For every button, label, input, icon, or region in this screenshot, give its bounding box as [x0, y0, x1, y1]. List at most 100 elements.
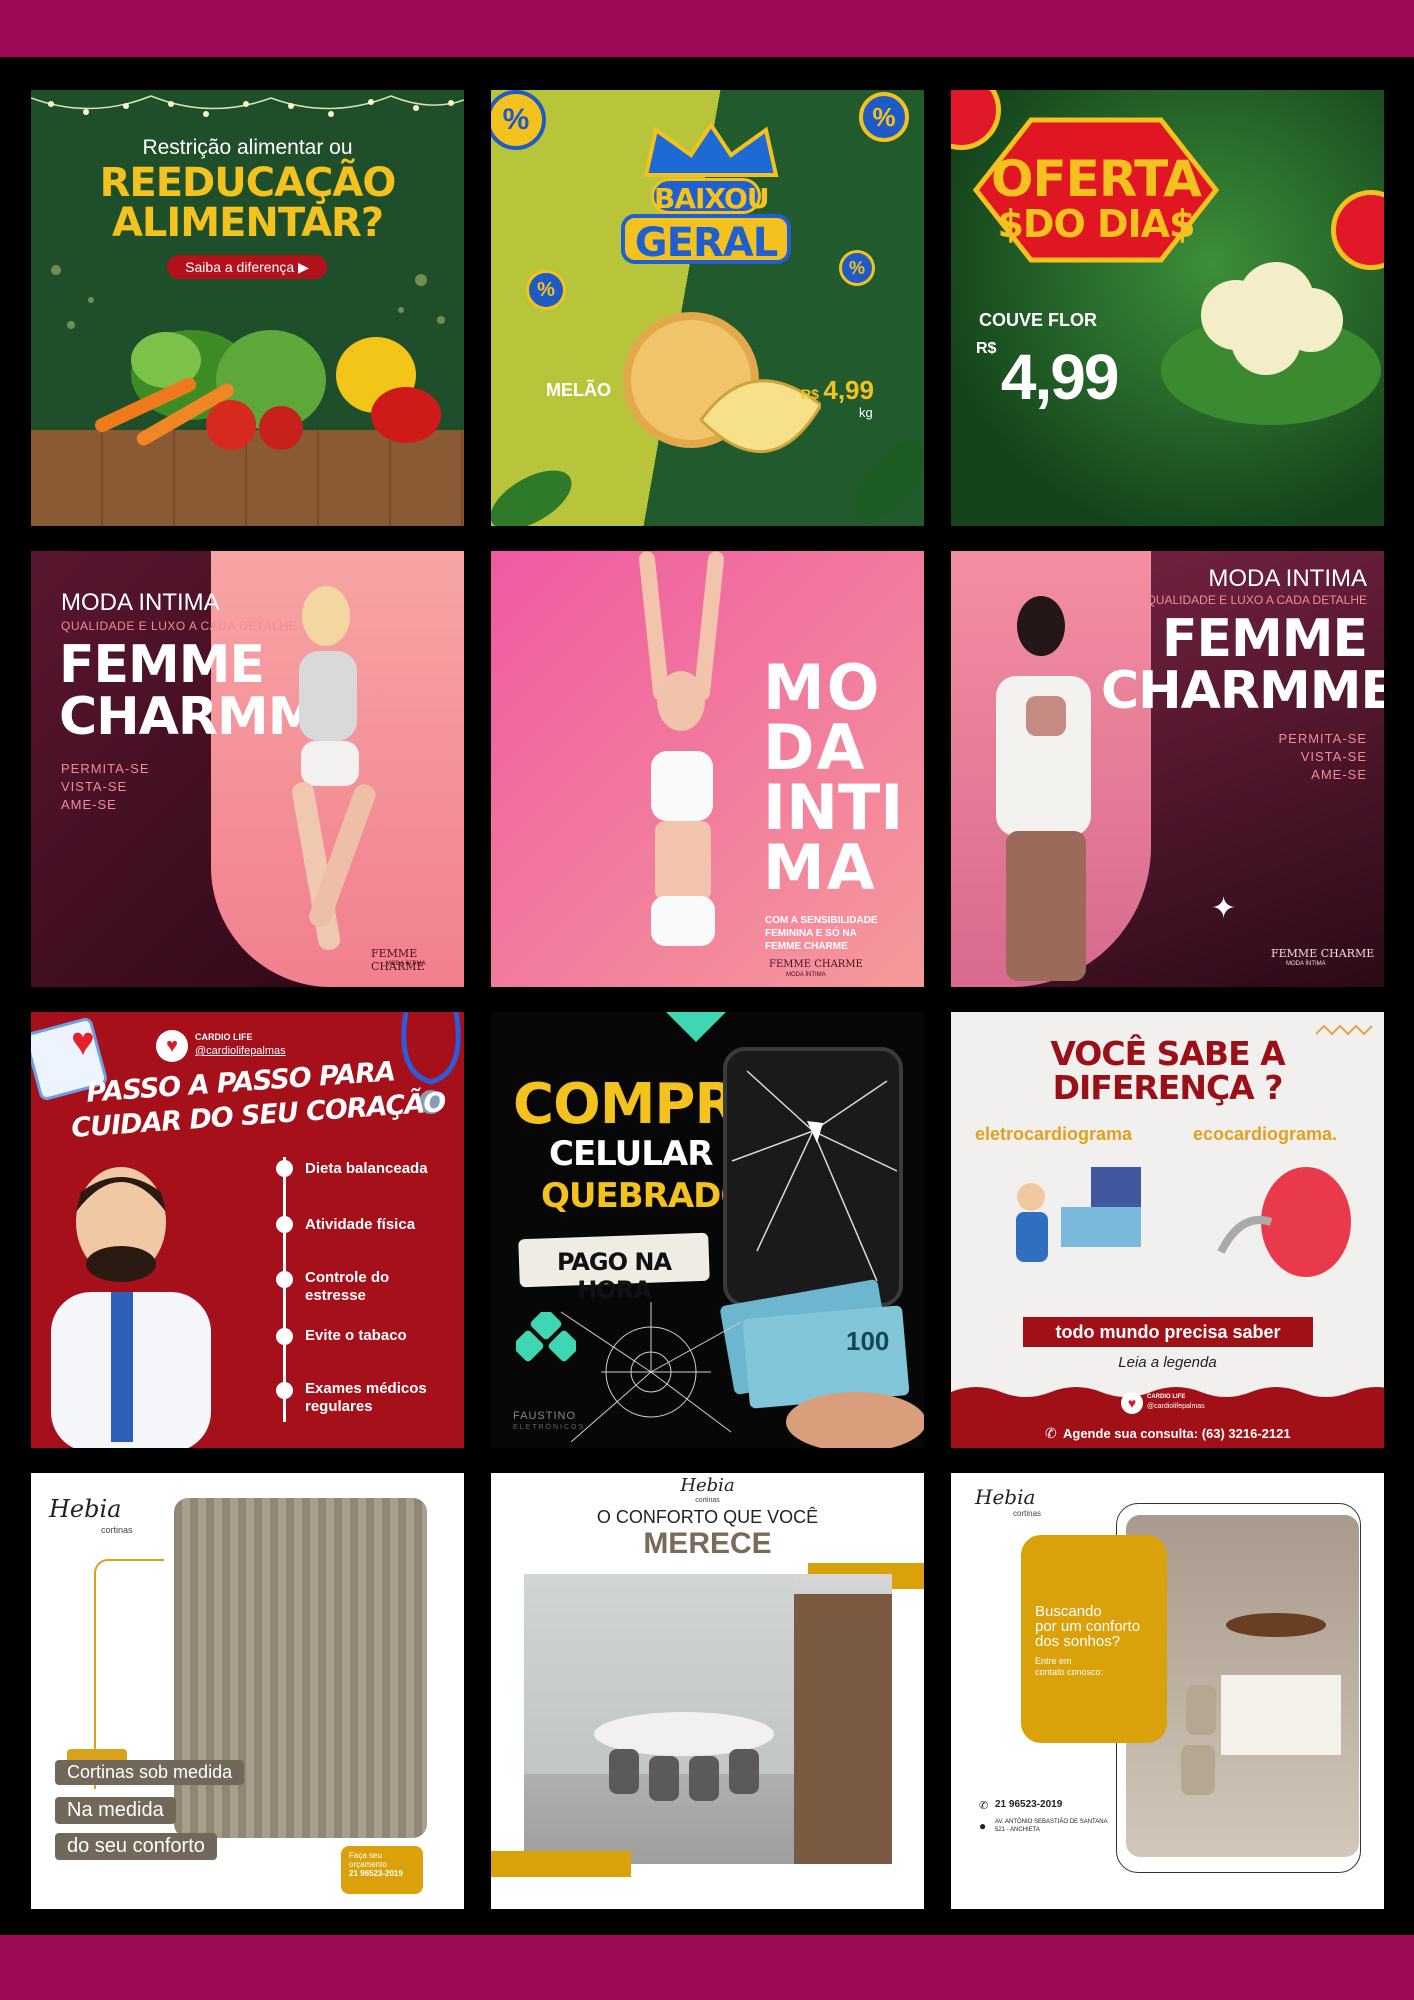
geral-label: GERAL [621, 214, 791, 266]
brand-logo-sub: MODA ÍNTIMA [386, 961, 426, 967]
kicker: MODA INTIMA [1208, 565, 1367, 592]
post-reeducacao[interactable]: Restrição alimentar ou REEDUCAÇÃO ALIMEN… [31, 90, 464, 526]
echo-illustration [1211, 1152, 1361, 1282]
curtain-photo [174, 1498, 427, 1838]
brand-logo-sub: cortinas [1013, 1509, 1042, 1518]
banknote-value: 100 [846, 1326, 889, 1356]
step-label: Exames médicos regulares [305, 1380, 427, 1415]
title-line-2: DIFERENÇA ? [1052, 1068, 1284, 1107]
pill-3: do seu conforto [55, 1833, 217, 1860]
cta-phone: 21 96523-2019 [349, 1869, 403, 1878]
label-echo: ecocardiograma. [1193, 1124, 1338, 1144]
dining-room-photo [524, 1574, 892, 1864]
post-voce-sabe-a-diferenca[interactable]: VOCÊ SABE A DIFERENÇA ? eletrocardiogram… [951, 1012, 1384, 1448]
step-label: Controle do estresse [305, 1269, 390, 1304]
price-value: 4,99 [1000, 341, 1120, 413]
paid-now-label: PAGO NA HORA [556, 1248, 672, 1304]
string-lights [31, 90, 464, 120]
model-image [251, 571, 421, 971]
brand-logo: Hebia [49, 1495, 122, 1523]
percent-badge-icon: % [859, 92, 909, 142]
post-femme-charmme-1[interactable]: MODA INTIMA QUALIDADE E LUXO A CADA DETA… [31, 551, 464, 987]
baixou-label: BAIXOU [651, 178, 770, 215]
brand-logo: FEMME CHARME [769, 959, 863, 970]
price: R$ 4,99 [801, 375, 874, 406]
step-dot [276, 1271, 293, 1288]
brand-logo: FEMME CHARME [1271, 947, 1375, 960]
post-buscando-conforto[interactable]: Hebia cortinas Buscando por um conforto … [951, 1473, 1384, 1909]
headline-4: MA [763, 831, 877, 904]
shattered-glass [560, 1302, 742, 1443]
phone-text: 21 96523-2019 [995, 1799, 1063, 1810]
model-image [971, 586, 1121, 986]
offer-title-1: OFERTA [991, 150, 1202, 208]
price-value: 4,99 [823, 375, 874, 405]
brand-logo: FEMME CHARME [371, 947, 425, 973]
brand-line-2: CHARMME [1101, 661, 1384, 721]
brand-logo-icon [512, 1308, 580, 1372]
ecg-illustration [1001, 1157, 1151, 1277]
headline-2: CELULAR [549, 1134, 713, 1174]
product-name: COUVE FLOR [979, 310, 1098, 330]
bottom-band [0, 1935, 1414, 2000]
product-name: MELÃO [546, 380, 611, 400]
kicker: MODA INTIMA [61, 589, 220, 616]
brand-logo-sub: cortinas [695, 1497, 720, 1504]
brand-mark-icon [666, 1012, 726, 1046]
step-label: Evite o tabaco [305, 1327, 407, 1344]
address-1: AV. ANTÔNIO SEBASTIÃO DE SANTANA [995, 1819, 1108, 1825]
vegetables-image [71, 320, 461, 450]
post-moda-intima[interactable]: MO DA INTI MA COM A SENSIBILIDADE FEMINI… [491, 551, 924, 987]
brand-avatar: ♥ [1121, 1392, 1143, 1414]
percent-badge-icon: % [526, 270, 566, 310]
label-ecg: eletrocardiograma [975, 1124, 1133, 1144]
post-oferta-do-dia[interactable]: OFERTA $DO DIA$ COUVE FLOR R$ 4,99 [951, 90, 1384, 526]
address-2: 521 - ANCHIETA [995, 1827, 1040, 1833]
broken-phone-image [723, 1047, 903, 1307]
cauliflower-image [1156, 230, 1384, 430]
phone-icon: ✆ [1045, 1425, 1057, 1441]
description-2: FEMININA E SÓ NA [765, 928, 857, 939]
brand-line-1: FEMME [59, 635, 265, 695]
cta-box[interactable]: Faça seu orçamento 21 96523-2019 [341, 1846, 423, 1894]
phone-icon: ✆ [979, 1800, 989, 1812]
phone-text: Agende sua consulta: (63) 3216-2121 [1063, 1426, 1291, 1441]
question-3: dos sonhos? [1035, 1633, 1121, 1650]
map-pin-icon: ● [979, 1819, 987, 1833]
description-3: FEMME CHARME [765, 941, 848, 952]
step-label: Dieta balanceada [305, 1160, 428, 1177]
gold-accent [491, 1851, 631, 1877]
brand-name: CARDIO LIFE [1147, 1394, 1186, 1400]
pill-1: Cortinas sob medida [55, 1760, 245, 1785]
step-list: Dieta balanceada Atividade física Contro… [31, 1012, 464, 1448]
subtitle: QUALIDADE E LUXO A CADA DETALHE [1146, 593, 1367, 607]
brand-line-1: FEMME [1161, 609, 1368, 669]
cash-image: 100 [716, 1272, 924, 1448]
model-image [591, 551, 771, 987]
post-femme-charmme-2[interactable]: MODA INTIMA QUALIDADE E LUXO A CADA DETA… [951, 551, 1384, 987]
post-o-conforto-que-voce-merece[interactable]: Hebia cortinas O CONFORTO QUE VOCÊ MEREC… [491, 1473, 924, 1909]
step-label: Atividade física [305, 1216, 416, 1233]
caption: Leia a legenda [1118, 1354, 1217, 1371]
brand-logo-sub: ELETRÔNICOS [513, 1424, 586, 1431]
description-1: COM A SENSIBILIDADE [765, 915, 878, 926]
post-compro-celular[interactable]: COMPRO CELULAR QUEBRADO !! PAGO NA HORA … [491, 1012, 924, 1448]
post-baixou-geral[interactable]: % % % % BAIXOU GERAL MELÃO R$ 4,99 kg [491, 90, 924, 526]
post-cardio-passo-a-passo[interactable]: ♥ ♥ CARDIO LIFE @cardiolifepalmas PASSO … [31, 1012, 464, 1448]
currency: R$ [801, 386, 819, 402]
headline-1: O CONFORTO QUE VOCÊ [596, 1507, 819, 1527]
step-dot [276, 1216, 293, 1233]
percent-badge-icon: % [491, 90, 546, 150]
banner-text: todo mundo precisa saber [1055, 1322, 1281, 1342]
step-dot [276, 1382, 293, 1399]
price: R$ 4,99 [976, 340, 1120, 414]
post-cortinas-sob-medida[interactable]: Hebia cortinas Cortinas sob medida Na me… [31, 1473, 464, 1909]
slogan-1: PERMITA-SE [61, 761, 150, 776]
slogan-3: AME-SE [1311, 767, 1367, 782]
headline-sub: Restrição alimentar ou [142, 136, 353, 159]
slogan-1: PERMITA-SE [1278, 731, 1367, 746]
step-dot [276, 1328, 293, 1345]
crown-icon [636, 120, 786, 180]
percent-badge-icon: % [839, 250, 875, 286]
contact-1: Entre em [1035, 1656, 1072, 1666]
